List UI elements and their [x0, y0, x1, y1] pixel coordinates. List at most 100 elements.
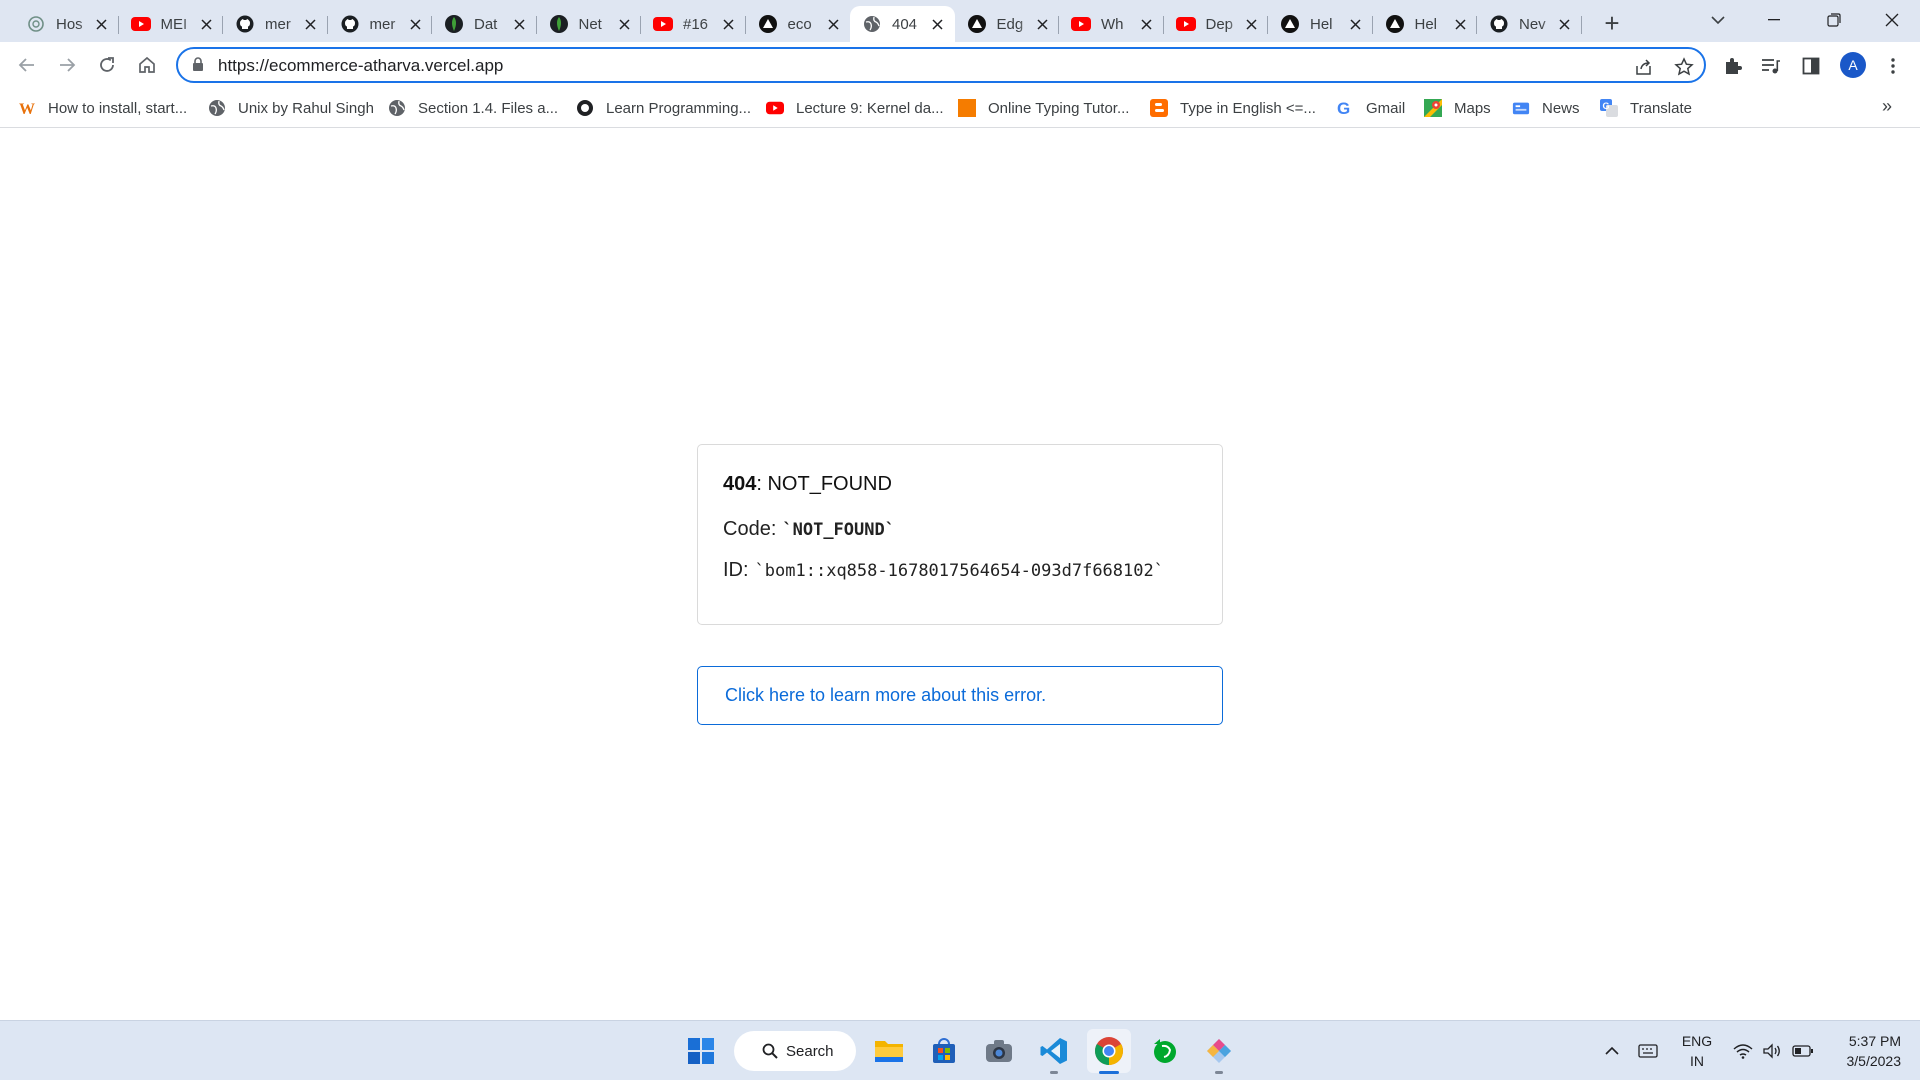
- tab[interactable]: mer: [328, 6, 432, 42]
- forward-button[interactable]: [50, 48, 84, 82]
- star-bookmark-icon[interactable]: [1672, 55, 1696, 79]
- bookmark-item[interactable]: G Translate: [1600, 96, 1692, 120]
- wifi-icon[interactable]: [1733, 1021, 1753, 1081]
- tab[interactable]: mer: [223, 6, 328, 42]
- github-icon: [235, 14, 255, 34]
- new-tab-button[interactable]: +: [1597, 8, 1627, 38]
- bookmark-label: Online Typing Tutor...: [988, 99, 1130, 117]
- tab[interactable]: Dep: [1164, 6, 1268, 42]
- vercel-icon: [1385, 14, 1405, 34]
- battery-icon[interactable]: [1792, 1021, 1814, 1081]
- start-button[interactable]: [679, 1029, 723, 1073]
- close-tab-icon[interactable]: [302, 15, 320, 33]
- close-tab-icon[interactable]: [929, 15, 947, 33]
- bookmarks-overflow-icon[interactable]: »: [1882, 96, 1892, 117]
- close-tab-icon[interactable]: [1242, 15, 1260, 33]
- close-tab-icon[interactable]: [1138, 15, 1156, 33]
- bookmark-item[interactable]: Online Typing Tutor...: [958, 96, 1129, 120]
- close-tab-icon[interactable]: [197, 15, 215, 33]
- error-code-row: Code: `NOT_FOUND`: [723, 518, 1197, 541]
- tab[interactable]: Hel: [1268, 6, 1373, 42]
- url-text[interactable]: https://ecommerce-atharva.vercel.app: [218, 56, 503, 76]
- github-icon: [1489, 14, 1509, 34]
- bookmark-item[interactable]: W How to install, start...: [18, 96, 187, 120]
- bookmark-item[interactable]: Unix by Rahul Singh: [208, 96, 374, 120]
- youtube-icon: [1071, 14, 1091, 34]
- vscode-button[interactable]: [1032, 1029, 1076, 1074]
- clock-date: 3/5/2023: [1846, 1053, 1902, 1069]
- close-tab-icon[interactable]: [93, 15, 111, 33]
- tab-search-chevron-icon[interactable]: [1690, 0, 1746, 40]
- learn-more-link[interactable]: Click here to learn more about this erro…: [725, 685, 1046, 706]
- bookmark-label: Translate: [1630, 99, 1692, 117]
- tab-active[interactable]: 404: [850, 6, 955, 42]
- bookmark-item[interactable]: Lecture 9: Kernel da...: [766, 96, 944, 120]
- camera-button[interactable]: [977, 1029, 1021, 1073]
- close-window-button[interactable]: [1864, 0, 1920, 40]
- bookmark-item[interactable]: Section 1.4. Files a...: [388, 96, 558, 120]
- language-indicator[interactable]: ENG IN: [1680, 1031, 1714, 1071]
- tab-title: mer: [265, 15, 291, 33]
- share-icon[interactable]: [1632, 55, 1656, 79]
- extensions-puzzle-icon[interactable]: [1720, 53, 1746, 79]
- close-tab-icon[interactable]: [1556, 15, 1574, 33]
- show-hidden-icons-chevron-icon[interactable]: [1604, 1021, 1620, 1081]
- evernote-button[interactable]: [1142, 1029, 1186, 1073]
- bookmark-item[interactable]: Type in English <=...: [1150, 96, 1316, 120]
- extra-app-button[interactable]: [1197, 1029, 1241, 1074]
- file-explorer-button[interactable]: [867, 1029, 911, 1073]
- close-tab-icon[interactable]: [615, 15, 633, 33]
- error-code-value: `NOT_FOUND`: [782, 520, 895, 540]
- news-icon: [1512, 99, 1530, 117]
- tab[interactable]: Nev: [1477, 6, 1582, 42]
- bookmark-item[interactable]: Learn Programming...: [576, 96, 751, 120]
- tab[interactable]: Edg: [955, 6, 1059, 42]
- restore-button[interactable]: [1806, 0, 1862, 40]
- tab[interactable]: Net: [537, 6, 641, 42]
- chrome-icon: [1095, 1037, 1123, 1065]
- close-tab-icon[interactable]: [511, 15, 529, 33]
- tab[interactable]: Wh: [1059, 6, 1164, 42]
- google-icon: G: [1336, 99, 1354, 117]
- bookmark-label: News: [1542, 99, 1580, 117]
- tab[interactable]: eco: [746, 6, 851, 42]
- system-clock[interactable]: 5:37 PM 3/5/2023: [1825, 1031, 1902, 1071]
- close-tab-icon[interactable]: [406, 15, 424, 33]
- maps-icon: [1424, 99, 1442, 117]
- tab-list: Hos MEI mer mer Dat Net #16 eco 404 Edg Wh Dep Hel He…: [14, 6, 1582, 42]
- youtube-icon: [1175, 14, 1196, 34]
- language-region: IN: [1690, 1053, 1704, 1069]
- tab[interactable]: MEI: [119, 6, 223, 42]
- side-panel-icon[interactable]: [1798, 53, 1824, 79]
- bookmark-item[interactable]: Maps: [1424, 96, 1491, 120]
- tab-title: 404: [892, 15, 918, 33]
- home-button[interactable]: [130, 48, 164, 82]
- profile-avatar[interactable]: A: [1840, 52, 1866, 78]
- lock-icon: [192, 57, 204, 77]
- taskbar-search[interactable]: Search: [734, 1031, 856, 1071]
- tab[interactable]: Hos: [14, 6, 119, 42]
- back-button[interactable]: [10, 48, 44, 82]
- close-tab-icon[interactable]: [1451, 15, 1469, 33]
- svg-text:W: W: [19, 101, 35, 116]
- close-tab-icon[interactable]: [1347, 15, 1365, 33]
- tab[interactable]: Hel: [1373, 6, 1477, 42]
- chrome-button[interactable]: [1087, 1029, 1131, 1074]
- tab-title: Dep: [1205, 15, 1234, 33]
- address-bar[interactable]: https://ecommerce-atharva.vercel.app: [176, 47, 1706, 83]
- tab[interactable]: #16: [641, 6, 746, 42]
- media-queue-icon[interactable]: [1758, 53, 1784, 79]
- bookmark-item[interactable]: G Gmail: [1336, 96, 1405, 120]
- microsoft-store-button[interactable]: [922, 1029, 966, 1073]
- reload-button[interactable]: [90, 48, 124, 82]
- keyboard-icon[interactable]: [1638, 1021, 1658, 1081]
- learn-more-box[interactable]: Click here to learn more about this erro…: [697, 666, 1223, 725]
- minimize-button[interactable]: [1746, 0, 1802, 40]
- close-tab-icon[interactable]: [1033, 15, 1051, 33]
- bookmark-item[interactable]: News: [1512, 96, 1580, 120]
- close-tab-icon[interactable]: [824, 15, 842, 33]
- close-tab-icon[interactable]: [720, 15, 738, 33]
- volume-icon[interactable]: [1762, 1021, 1782, 1081]
- tab[interactable]: Dat: [432, 6, 537, 42]
- kebab-menu-icon[interactable]: [1880, 53, 1906, 79]
